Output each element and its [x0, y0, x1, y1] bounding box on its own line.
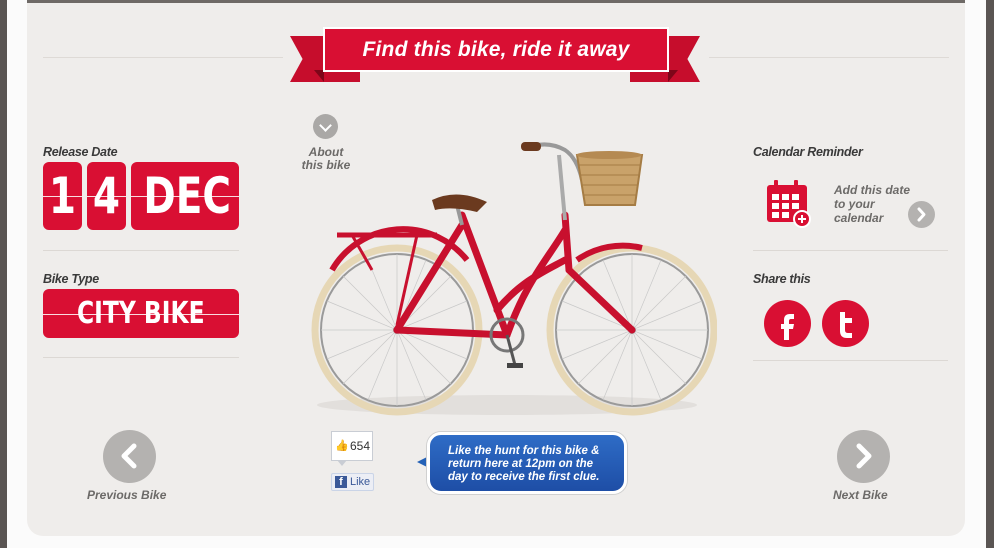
top-bar	[27, 0, 965, 3]
bike-type-label: Bike Type	[43, 272, 99, 286]
calendar-reminder-label: Calendar Reminder	[753, 145, 863, 159]
promo-line-1: Like the hunt for this bike &	[448, 445, 600, 457]
calendar-plus-icon[interactable]	[766, 180, 812, 228]
page-title: Find this bike, ride it away	[323, 27, 669, 72]
like-count-caret	[337, 460, 347, 466]
facebook-logo-icon: f	[335, 476, 347, 488]
promo-line-3: day to receive the first clue.	[448, 471, 600, 483]
right-frame-edge	[986, 0, 994, 548]
chevron-right-icon	[917, 207, 926, 222]
previous-bike-link[interactable]: Previous Bike	[87, 488, 166, 502]
chevron-left-icon	[121, 443, 137, 469]
divider	[43, 250, 239, 251]
bike-type-value: CITY BIKE	[43, 289, 239, 338]
add-to-calendar-button[interactable]	[908, 201, 935, 228]
banner-rule-left	[43, 57, 283, 58]
promo-line-2: return here at 12pm on the	[448, 458, 594, 470]
bike-image	[311, 142, 717, 416]
release-day-digit-2: 4	[87, 162, 126, 230]
twitter-icon	[840, 312, 852, 338]
like-count: 654	[350, 439, 371, 453]
divider	[43, 357, 239, 358]
divider	[753, 360, 948, 361]
left-frame-edge	[0, 0, 7, 548]
next-bike-button[interactable]	[837, 430, 890, 483]
facebook-like-button[interactable]: f Like	[331, 473, 374, 491]
promo-bubble: Like the hunt for this bike & return her…	[427, 432, 627, 494]
twitter-share-button[interactable]	[822, 300, 869, 347]
calendar-line-1: Add this date	[834, 183, 911, 197]
next-bike-link[interactable]: Next Bike	[833, 488, 888, 502]
banner-rule-right	[709, 57, 949, 58]
like-button-label: Like	[350, 476, 371, 488]
share-this-label: Share this	[753, 272, 811, 286]
thumbs-up-icon: 👍	[335, 439, 349, 452]
bike-hunt-panel: Find this bike, ride it away Release Dat…	[27, 0, 965, 536]
facebook-like-count: 👍 654	[331, 431, 373, 461]
facebook-icon	[781, 314, 794, 340]
chevron-right-icon	[856, 443, 872, 469]
previous-bike-button[interactable]	[103, 430, 156, 483]
facebook-share-button[interactable]	[764, 300, 811, 347]
divider	[753, 250, 948, 251]
release-day-digit-1: 1	[43, 162, 82, 230]
release-date-label: Release Date	[43, 145, 118, 159]
release-month: DEC	[131, 162, 239, 230]
